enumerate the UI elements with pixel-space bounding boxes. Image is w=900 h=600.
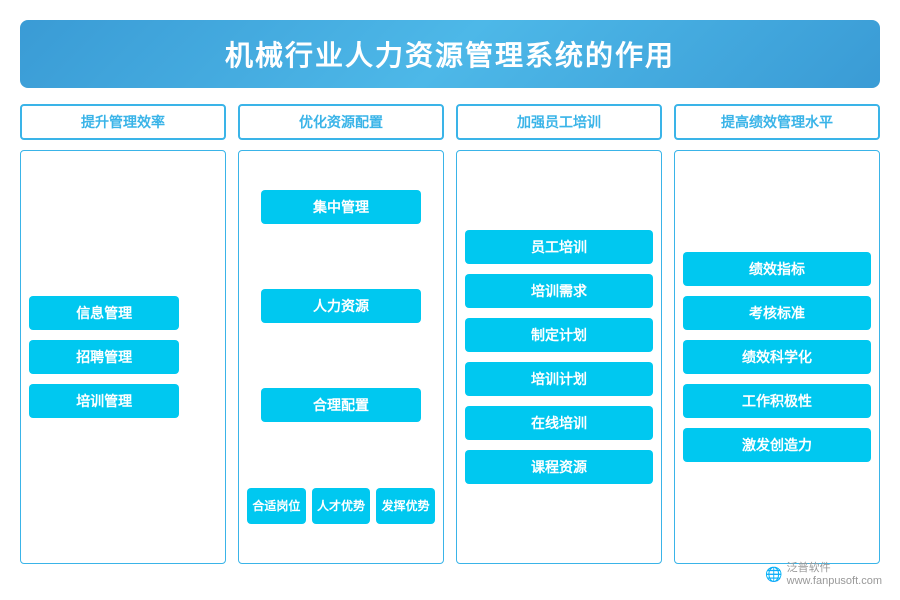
col2-sub-2: 发挥优势 [376, 488, 435, 525]
col1-item-1: 招聘管理 [29, 340, 179, 374]
col1-header: 提升管理效率 [20, 104, 226, 140]
col1-item-2: 培训管理 [29, 384, 179, 418]
col2-sub-0: 合适岗位 [247, 488, 306, 525]
col3-item-4: 在线培训 [465, 406, 653, 440]
column-1: 提升管理效率 信息管理 招聘管理 培训管理 [20, 104, 226, 564]
col2-wide-2: 合理配置 [261, 388, 421, 422]
column-4: 提高绩效管理水平 绩效指标 考核标准 绩效科学化 工作积极性 激发创造力 [674, 104, 880, 564]
column-3: 加强员工培训 员工培训 培训需求 制定计划 培训计划 在线培训 课程资源 [456, 104, 662, 564]
col3-header: 加强员工培训 [456, 104, 662, 140]
column-2: 优化资源配置 集中管理 人力资源 合理配置 合适岗位 人才优势 发挥优势 [238, 104, 444, 564]
main-container: 机械行业人力资源管理系统的作用 提升管理效率 信息管理 招聘管理 培训管理 优化… [0, 0, 900, 600]
watermark-text: 泛普软件 www.fanpusoft.com [787, 562, 882, 588]
col3-body: 员工培训 培训需求 制定计划 培训计划 在线培训 课程资源 [456, 150, 662, 564]
col2-sub-row: 合适岗位 人才优势 发挥优势 [247, 488, 435, 525]
col3-item-1: 培训需求 [465, 274, 653, 308]
col3-item-3: 培训计划 [465, 362, 653, 396]
col2-wide-0: 集中管理 [261, 190, 421, 224]
col4-body: 绩效指标 考核标准 绩效科学化 工作积极性 激发创造力 [674, 150, 880, 564]
main-title: 机械行业人力资源管理系统的作用 [20, 34, 880, 74]
col4-item-4: 激发创造力 [683, 428, 871, 462]
title-bar: 机械行业人力资源管理系统的作用 [20, 20, 880, 88]
watermark-icon: 🌐 [765, 566, 782, 583]
col4-item-0: 绩效指标 [683, 252, 871, 286]
col3-item-5: 课程资源 [465, 450, 653, 484]
col4-item-2: 绩效科学化 [683, 340, 871, 374]
watermark: 🌐 泛普软件 www.fanpusoft.com [765, 562, 882, 588]
watermark-brand: 泛普软件 [787, 562, 882, 575]
col3-item-0: 员工培训 [465, 230, 653, 264]
col2-wide-1: 人力资源 [261, 289, 421, 323]
watermark-website: www.fanpusoft.com [787, 575, 882, 588]
columns-area: 提升管理效率 信息管理 招聘管理 培训管理 优化资源配置 集中管理 人力资源 合… [20, 104, 880, 564]
col2-header: 优化资源配置 [238, 104, 444, 140]
col4-item-3: 工作积极性 [683, 384, 871, 418]
col4-item-1: 考核标准 [683, 296, 871, 330]
col4-header: 提高绩效管理水平 [674, 104, 880, 140]
col1-item-0: 信息管理 [29, 296, 179, 330]
col2-body: 集中管理 人力资源 合理配置 合适岗位 人才优势 发挥优势 [238, 150, 444, 564]
col3-item-2: 制定计划 [465, 318, 653, 352]
col2-sub-1: 人才优势 [312, 488, 371, 525]
col1-body: 信息管理 招聘管理 培训管理 [20, 150, 226, 564]
